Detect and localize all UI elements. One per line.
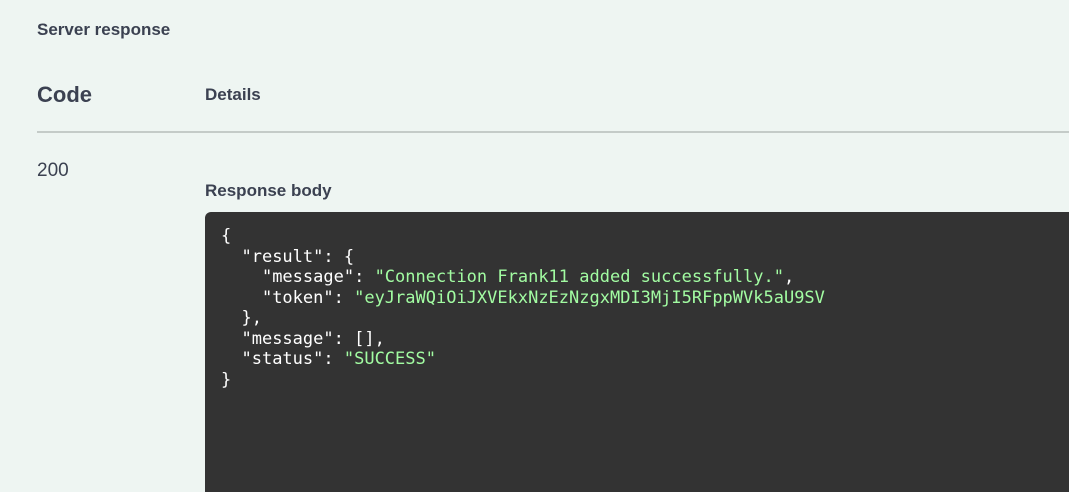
header-divider — [37, 131, 1069, 133]
code-column-header: Code — [37, 82, 92, 107]
response-status-code: 200 — [37, 160, 69, 181]
json-status-value: "SUCCESS" — [343, 349, 436, 369]
json-message-key: "message" — [261, 267, 355, 287]
json-close-brace: } — [221, 369, 232, 390]
json-outer-message-key: "message" — [241, 328, 334, 349]
response-body-json: { "result": { "message": "Connection Fra… — [221, 226, 825, 390]
json-status-key: "status" — [241, 349, 324, 369]
details-column-header: Details — [205, 85, 261, 104]
section-title: Server response — [37, 20, 171, 39]
json-result-key: "result" — [241, 246, 324, 267]
json-outer-message-value: [] — [354, 328, 375, 349]
json-token-value: "eyJraWQiOiJXVEkxNzEzNzgxMDI3MjI5RFppWVk… — [354, 287, 825, 308]
response-body-label: Response body — [205, 181, 332, 200]
json-result-close: }, — [241, 308, 262, 328]
json-token-key: "token" — [261, 287, 334, 308]
json-open-brace: { — [221, 226, 232, 246]
json-message-value: "Connection Frank11 added successfully." — [374, 267, 784, 287]
response-body-code-block[interactable]: { "result": { "message": "Connection Fra… — [205, 212, 1069, 492]
